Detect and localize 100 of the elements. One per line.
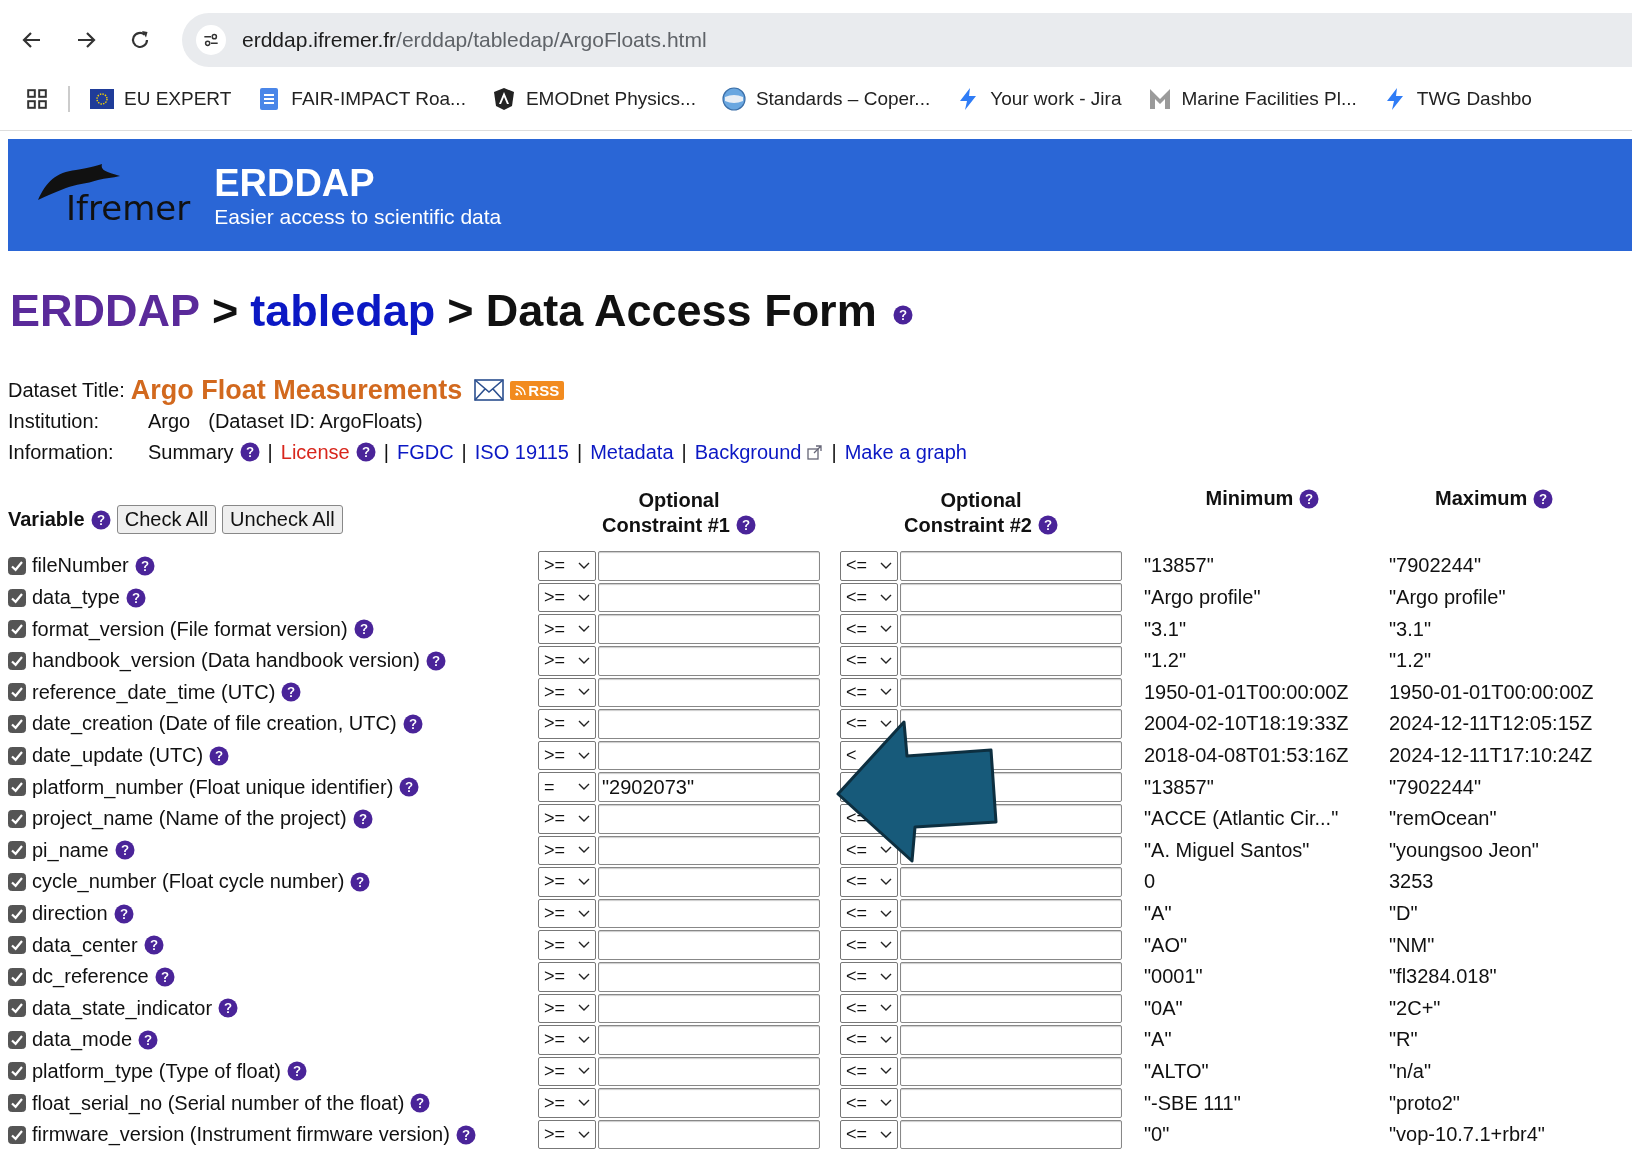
- operator-select[interactable]: <=: [840, 645, 898, 676]
- help-icon[interactable]: [350, 871, 371, 892]
- bookmark[interactable]: Standards – Coper...: [721, 87, 931, 111]
- bookmark[interactable]: Your work - Jira: [956, 87, 1122, 111]
- help-icon[interactable]: [1533, 488, 1554, 509]
- uncheck-all-button[interactable]: Uncheck All: [222, 505, 343, 535]
- help-icon[interactable]: [90, 509, 111, 530]
- constraint-input[interactable]: [598, 803, 820, 834]
- bookmark[interactable]: FAIR-IMPACT Roa...: [257, 87, 466, 111]
- operator-select[interactable]: >=: [538, 898, 596, 929]
- constraint-input[interactable]: [900, 835, 1122, 866]
- constraint-input[interactable]: [598, 645, 820, 676]
- help-icon[interactable]: [281, 682, 302, 703]
- help-icon[interactable]: [239, 442, 260, 462]
- operator-select[interactable]: >=: [538, 961, 596, 992]
- help-icon[interactable]: [402, 713, 423, 734]
- constraint-input[interactable]: [900, 551, 1122, 581]
- constraint-input[interactable]: [900, 645, 1122, 676]
- help-icon[interactable]: [287, 1061, 307, 1082]
- breadcrumb-link[interactable]: tabledap: [250, 285, 436, 337]
- operator-select[interactable]: <=: [840, 898, 898, 929]
- help-icon[interactable]: [399, 777, 420, 798]
- check-all-button[interactable]: Check All: [116, 505, 217, 535]
- constraint-input[interactable]: [900, 677, 1122, 708]
- help-icon[interactable]: [154, 966, 175, 987]
- site-settings-icon[interactable]: [196, 25, 226, 55]
- checkbox[interactable]: [8, 778, 26, 797]
- address-bar[interactable]: erddap.ifremer.fr/erddap/tabledap/ArgoFloats.html: [182, 13, 1632, 67]
- constraint-input[interactable]: [900, 961, 1122, 992]
- checkbox[interactable]: [8, 999, 26, 1018]
- checkbox[interactable]: [8, 841, 26, 860]
- operator-select[interactable]: =: [538, 772, 596, 802]
- operator-select[interactable]: >=: [538, 930, 596, 960]
- constraint-input[interactable]: [598, 677, 820, 708]
- operator-select[interactable]: <=: [840, 677, 898, 708]
- operator-select[interactable]: >=: [538, 677, 596, 708]
- constraint-input[interactable]: [598, 1088, 820, 1118]
- help-icon[interactable]: [410, 1093, 431, 1114]
- help-icon[interactable]: [353, 619, 374, 640]
- info-link[interactable]: ISO 19115: [474, 440, 569, 464]
- operator-select[interactable]: >=: [538, 709, 596, 739]
- operator-select[interactable]: <=: [840, 551, 898, 581]
- external-link-icon[interactable]: [807, 444, 824, 460]
- constraint-input[interactable]: [598, 898, 820, 929]
- help-icon[interactable]: [352, 808, 373, 829]
- operator-select[interactable]: >=: [538, 1025, 596, 1055]
- checkbox[interactable]: [8, 936, 26, 955]
- operator-select[interactable]: <=: [840, 993, 898, 1024]
- checkbox[interactable]: [8, 651, 26, 670]
- checkbox[interactable]: [8, 588, 26, 607]
- constraint-input[interactable]: [598, 867, 820, 897]
- operator-select[interactable]: <=: [840, 867, 898, 897]
- operator-select[interactable]: <=: [840, 1025, 898, 1055]
- checkbox[interactable]: [8, 683, 26, 702]
- operator-select[interactable]: <=: [840, 1088, 898, 1118]
- checkbox[interactable]: [8, 1125, 26, 1144]
- operator-select[interactable]: >=: [538, 867, 596, 897]
- constraint-input[interactable]: [598, 551, 820, 581]
- operator-select[interactable]: <=: [840, 1056, 898, 1087]
- checkbox[interactable]: [8, 1094, 26, 1113]
- bookmark[interactable]: TWG Dashbo: [1382, 87, 1532, 111]
- help-icon[interactable]: [892, 305, 913, 325]
- checkbox[interactable]: [8, 1030, 26, 1049]
- envelope-icon[interactable]: [474, 379, 505, 401]
- operator-select[interactable]: >=: [538, 551, 596, 581]
- constraint-input[interactable]: [598, 1119, 820, 1150]
- help-icon[interactable]: [143, 935, 164, 956]
- checkbox[interactable]: [8, 746, 26, 765]
- constraint-input[interactable]: [598, 614, 820, 644]
- info-link[interactable]: FGDC: [396, 440, 454, 464]
- constraint-input[interactable]: [598, 1056, 820, 1087]
- constraint-input[interactable]: [900, 614, 1122, 644]
- constraint-input[interactable]: [598, 961, 820, 992]
- help-icon[interactable]: [735, 515, 756, 536]
- help-icon[interactable]: [355, 442, 376, 462]
- help-icon[interactable]: [426, 650, 447, 671]
- bookmark[interactable]: EMODnet Physics...: [491, 87, 696, 111]
- constraint-input[interactable]: [900, 993, 1122, 1024]
- operator-select[interactable]: >=: [538, 1088, 596, 1118]
- info-link[interactable]: Background: [694, 440, 802, 464]
- operator-select[interactable]: >=: [538, 993, 596, 1024]
- operator-select[interactable]: <=: [840, 614, 898, 644]
- checkbox[interactable]: [8, 904, 26, 923]
- constraint-input[interactable]: [598, 993, 820, 1024]
- constraint-input[interactable]: [598, 930, 820, 960]
- apps-grid-icon[interactable]: [26, 88, 48, 110]
- constraint-input[interactable]: [900, 867, 1122, 897]
- constraint-input[interactable]: [598, 709, 820, 739]
- info-link[interactable]: License: [280, 440, 350, 464]
- operator-select[interactable]: >=: [538, 740, 596, 771]
- constraint-input[interactable]: [900, 1088, 1122, 1118]
- info-link[interactable]: Make a graph: [844, 440, 967, 464]
- bookmark[interactable]: Marine Facilities Pl...: [1147, 87, 1357, 111]
- constraint-input[interactable]: [598, 835, 820, 866]
- constraint-input[interactable]: "2902073": [598, 772, 820, 802]
- bookmark[interactable]: EU EXPERT: [90, 87, 232, 111]
- help-icon[interactable]: [138, 1029, 159, 1050]
- info-link[interactable]: Metadata: [590, 440, 674, 464]
- constraint-input[interactable]: [598, 1025, 820, 1055]
- operator-select[interactable]: >=: [538, 803, 596, 834]
